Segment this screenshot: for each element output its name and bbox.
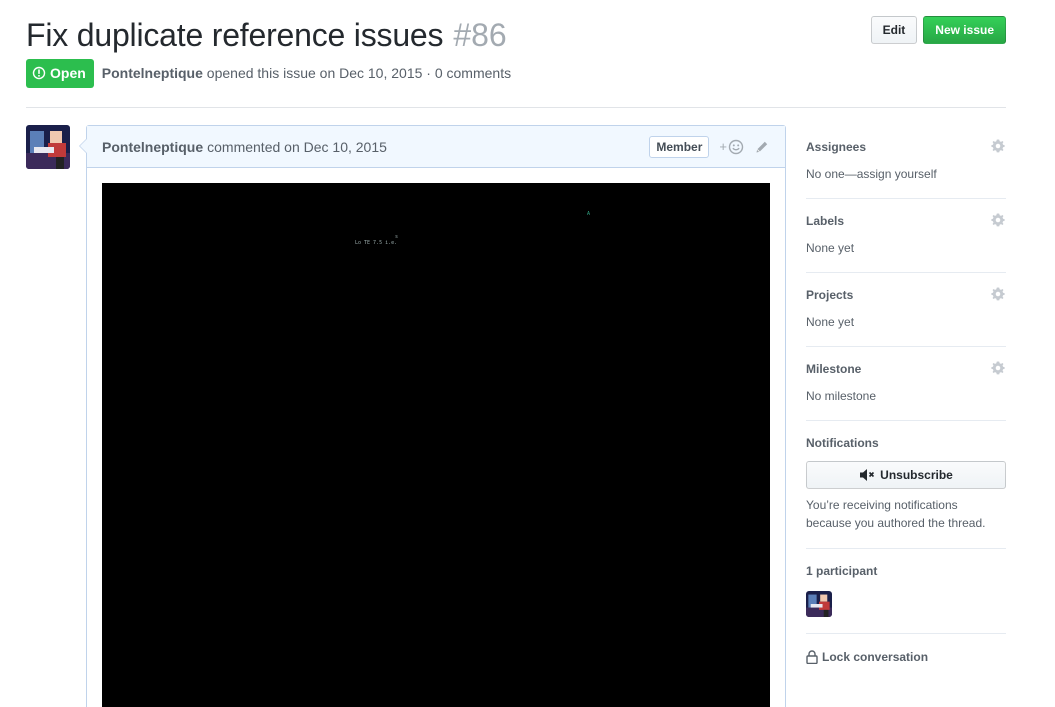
pencil-icon	[756, 141, 768, 152]
notification-reason: You’re receiving notifications because y…	[806, 498, 986, 530]
projects-heading: Projects	[806, 288, 854, 302]
sidebar-labels: Labels None yet	[806, 199, 1006, 273]
labels-heading: Labels	[806, 214, 845, 228]
milestone-heading: Milestone	[806, 362, 862, 376]
gear-icon[interactable]	[991, 361, 1005, 378]
edit-button[interactable]: Edit	[870, 16, 918, 44]
avatar[interactable]	[26, 125, 70, 169]
gear-icon[interactable]	[991, 213, 1005, 230]
title-row: Fix duplicate reference issues #86	[26, 16, 1006, 54]
labels-value: None yet	[806, 241, 855, 255]
mute-icon	[860, 469, 875, 481]
issue-header: Fix duplicate reference issues #86 Edit …	[26, 16, 1006, 88]
notifications-heading: Notifications	[806, 436, 879, 450]
status-badge: Open	[26, 58, 94, 88]
reaction-plus: +	[719, 139, 727, 154]
issue-meta-text: Pontelneptique opened this issue on Dec …	[102, 65, 511, 81]
new-issue-button[interactable]: New issue	[923, 16, 1006, 44]
sidebar-milestone: Milestone No milestone	[806, 347, 1006, 421]
assignees-value[interactable]: No one—assign yourself	[806, 166, 1006, 182]
milestone-value: No milestone	[806, 389, 877, 403]
participant-avatar[interactable]	[806, 591, 832, 617]
status-label: Open	[50, 65, 86, 81]
image-text-speck: s	[395, 234, 399, 240]
comment-screenshot-image[interactable]: Lo TE 7.5 i.e. s A	[102, 183, 770, 707]
assignees-heading: Assignees	[806, 140, 867, 154]
issue-sidebar: Assignees No one—assign yourself Labels …	[806, 125, 1006, 664]
member-label: Member	[649, 135, 710, 158]
gear-icon[interactable]	[991, 139, 1005, 156]
unsubscribe-button[interactable]: Unsubscribe	[806, 461, 1006, 489]
header-divider	[26, 107, 1006, 108]
comment-timestamp[interactable]: commented on Dec 10, 2015	[207, 139, 387, 155]
smiley-icon	[728, 139, 744, 154]
lock-conversation-link[interactable]: Lock conversation	[806, 634, 1006, 664]
issue-opened-icon	[32, 66, 46, 80]
sidebar-projects: Projects None yet	[806, 273, 1006, 347]
gear-icon[interactable]	[991, 287, 1005, 304]
participants-heading: 1 participant	[806, 564, 878, 578]
sidebar-assignees: Assignees No one—assign yourself	[806, 125, 1006, 199]
sidebar-notifications: Notifications Unsubscribe You’re receivi…	[806, 421, 1006, 549]
issue-comment: Pontelneptique commented on Dec 10, 2015…	[79, 125, 786, 707]
comment-author-link[interactable]: Pontelneptique	[102, 139, 203, 155]
header-actions: Edit New issue	[870, 16, 1006, 44]
sidebar-participants: 1 participant	[806, 549, 1006, 634]
issue-author-link[interactable]: Pontelneptique	[102, 65, 203, 81]
projects-value: None yet	[806, 315, 855, 329]
issue-meta: Open Pontelneptique opened this issue on…	[26, 58, 1006, 88]
lock-conversation-label: Lock conversation	[822, 650, 929, 664]
issue-title: Fix duplicate reference issues	[26, 17, 444, 53]
comment-actions: Member +	[649, 135, 770, 158]
issue-opened-text: opened this issue on Dec 10, 2015 · 0 co…	[206, 65, 512, 81]
issue-number: #86	[453, 17, 507, 53]
edit-comment-button[interactable]	[754, 139, 770, 155]
image-text-speck: Lo TE 7.5 i.e.	[355, 240, 398, 246]
comment-header: Pontelneptique commented on Dec 10, 2015…	[87, 126, 785, 168]
image-text-speck: A	[587, 211, 591, 217]
comment-body: Lo TE 7.5 i.e. s A	[87, 168, 785, 707]
add-reaction-button[interactable]: +	[719, 139, 744, 155]
lock-icon	[806, 650, 818, 664]
unsubscribe-label: Unsubscribe	[880, 468, 953, 482]
